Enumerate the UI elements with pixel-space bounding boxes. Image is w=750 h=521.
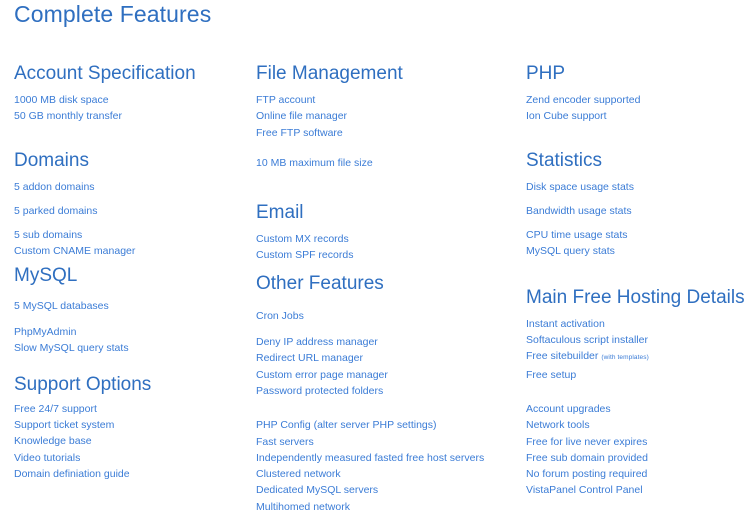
feature-item: Support ticket system <box>14 418 115 431</box>
feature-item-sitebuilder: Free sitebuilder (with templates) <box>526 348 750 366</box>
feature-item: Free sub domain provided <box>526 451 648 464</box>
feature-item: Network tools <box>526 419 590 432</box>
feature-item: PhpMyAdmin <box>14 326 77 339</box>
feature-item: Slow MySQL query stats <box>14 342 129 355</box>
feature-item: CPU time usage stats <box>526 229 628 242</box>
section-heading-account-specification: Account Specification <box>14 63 196 84</box>
feature-item: Free 24/7 support <box>14 402 97 415</box>
column-middle: File Management FTP account Online file … <box>248 62 514 515</box>
section-mysql: MySQL 5 MySQL databases PhpMyAdmin Slow … <box>14 264 248 357</box>
feature-item: Account upgrades <box>526 402 611 415</box>
feature-list-domains-2: 5 parked domains <box>14 203 248 219</box>
feature-item: FTP account <box>256 94 316 106</box>
feature-item: Ion Cube support <box>526 110 607 123</box>
feature-item: Free setup <box>526 368 577 381</box>
section-domains: Domains 5 addon domains 5 parked domains… <box>14 149 248 260</box>
section-heading-statistics: Statistics <box>526 149 603 171</box>
feature-list-other-features-2: Deny IP address manager Redirect URL man… <box>256 334 514 399</box>
feature-list-statistics-3: CPU time usage stats MySQL query stats <box>526 227 750 260</box>
feature-list-email: Custom MX records Custom SPF records <box>256 231 514 264</box>
feature-item: Cron Jobs <box>256 309 304 322</box>
feature-item: Bandwidth usage stats <box>526 204 632 217</box>
section-main-free-hosting-details: Main Free Hosting Details Instant activa… <box>526 286 750 499</box>
feature-item: Zend encoder supported <box>526 94 641 106</box>
feature-item: VistaPanel Control Panel <box>526 484 643 497</box>
feature-item: 1000 MB disk space <box>14 94 109 106</box>
feature-list-domains-3: 5 sub domains Custom CNAME manager <box>14 227 248 260</box>
feature-item: Deny IP address manager <box>256 336 378 349</box>
section-heading-email: Email <box>256 202 304 224</box>
feature-list-other-features-3: PHP Config (alter server PHP settings) F… <box>256 417 514 515</box>
page-title: Complete Features <box>14 1 212 27</box>
feature-item: Domain definiation guide <box>14 467 130 480</box>
feature-item: Softaculous script installer <box>526 334 648 347</box>
feature-item: Online file manager <box>256 110 348 123</box>
feature-item: Instant activation <box>526 317 605 330</box>
section-heading-main-free-hosting-details: Main Free Hosting Details <box>526 286 745 308</box>
section-heading-other-features: Other Features <box>256 272 384 294</box>
feature-item: Disk space usage stats <box>526 180 634 193</box>
section-heading-file-management: File Management <box>256 63 403 84</box>
feature-list-statistics: Disk space usage stats <box>526 179 750 195</box>
feature-item: 50 GB monthly transfer <box>14 110 122 123</box>
column-right: PHP Zend encoder supported Ion Cube supp… <box>514 62 750 499</box>
feature-item: Free FTP software <box>256 126 343 139</box>
feature-item: Password protected folders <box>256 384 384 397</box>
feature-item: Custom CNAME manager <box>14 245 136 258</box>
feature-list-main-hosting-2: Account upgrades Network tools Free for … <box>526 401 750 499</box>
column-left: Account Specification 1000 MB disk space… <box>0 62 248 482</box>
feature-item: 5 sub domains <box>14 229 83 242</box>
feature-item: Custom SPF records <box>256 249 354 262</box>
features-page: Complete Features Account Specification … <box>0 0 750 521</box>
feature-item: 10 MB maximum file size <box>256 156 373 169</box>
feature-item-note: (with templates) <box>601 354 649 362</box>
features-columns: Account Specification 1000 MB disk space… <box>0 62 750 515</box>
feature-item: Custom MX records <box>256 233 349 246</box>
feature-item: No forum posting required <box>526 468 648 481</box>
section-heading-php: PHP <box>526 63 566 84</box>
feature-list-file-management: FTP account Online file manager Free FTP… <box>256 92 514 141</box>
feature-item: Custom error page manager <box>256 368 388 381</box>
feature-list-mysql: 5 MySQL databases <box>14 298 248 314</box>
feature-list-php: Zend encoder supported Ion Cube support <box>526 92 750 125</box>
section-other-features: Other Features Cron Jobs Deny IP address… <box>256 272 514 515</box>
feature-item: Independently measured fasted free host … <box>256 451 485 464</box>
feature-list-file-management-2: 10 MB maximum file size <box>256 155 514 171</box>
feature-list-mysql-2: PhpMyAdmin Slow MySQL query stats <box>14 324 248 357</box>
feature-list-statistics-2: Bandwidth usage stats <box>526 203 750 219</box>
section-php: PHP Zend encoder supported Ion Cube supp… <box>526 62 750 125</box>
section-support-options: Support Options Free 24/7 support Suppor… <box>14 373 248 482</box>
feature-item: Dedicated MySQL servers <box>256 484 379 497</box>
section-email: Email Custom MX records Custom SPF recor… <box>256 201 514 264</box>
feature-item-label: Free sitebuilder <box>526 350 599 363</box>
feature-item: 5 parked domains <box>14 204 98 217</box>
section-heading-mysql: MySQL <box>14 264 78 286</box>
section-heading-domains: Domains <box>14 149 89 171</box>
section-account-specification: Account Specification 1000 MB disk space… <box>14 62 248 125</box>
feature-item: Free for live never expires <box>526 435 648 448</box>
feature-list-support-options: Free 24/7 support Support ticket system … <box>14 401 248 482</box>
feature-item: PHP Config (alter server PHP settings) <box>256 419 437 432</box>
feature-item: Multihomed network <box>256 500 350 513</box>
feature-item: Clustered network <box>256 468 341 481</box>
feature-list-account-specification: 1000 MB disk space 50 GB monthly transfe… <box>14 92 248 125</box>
feature-item: Knowledge base <box>14 435 92 448</box>
feature-list-domains: 5 addon domains <box>14 179 248 195</box>
feature-list-other-features: Cron Jobs <box>256 308 514 324</box>
feature-list-main-hosting: Instant activation Softaculous script in… <box>526 316 750 383</box>
feature-item: 5 MySQL databases <box>14 299 109 312</box>
section-heading-support-options: Support Options <box>14 373 152 395</box>
feature-item: MySQL query stats <box>526 245 615 258</box>
section-file-management: File Management FTP account Online file … <box>256 62 514 171</box>
feature-item: Video tutorials <box>14 451 81 464</box>
feature-item: Fast servers <box>256 435 314 448</box>
section-statistics: Statistics Disk space usage stats Bandwi… <box>526 149 750 260</box>
feature-item: Redirect URL manager <box>256 352 363 365</box>
feature-item: 5 addon domains <box>14 180 95 193</box>
